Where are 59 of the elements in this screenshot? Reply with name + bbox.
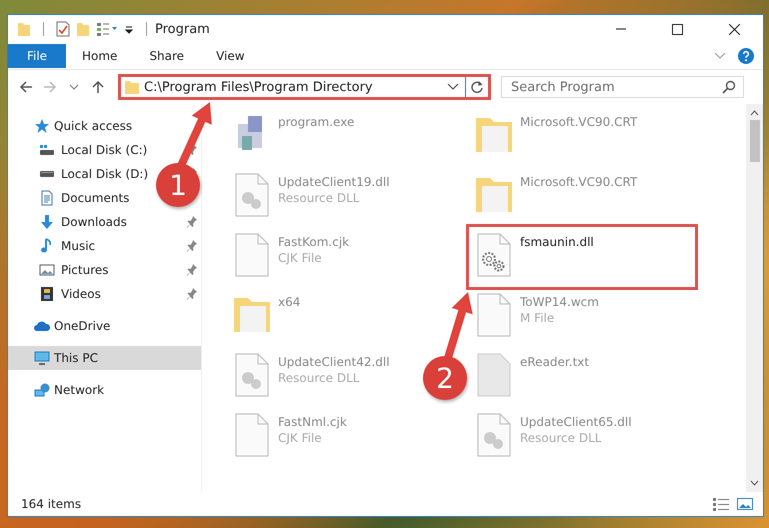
properties-icon[interactable] bbox=[56, 21, 70, 37]
folder-icon bbox=[124, 79, 140, 95]
scrollbar-thumb[interactable] bbox=[750, 120, 760, 162]
search-icon bbox=[722, 80, 736, 94]
expand-ribbon-icon[interactable] bbox=[714, 52, 726, 60]
close-icon bbox=[729, 24, 740, 34]
maximize-icon bbox=[672, 24, 683, 34]
file-item[interactable]: UpdateClient65.dll Resource DLL bbox=[470, 410, 636, 470]
nav-item[interactable]: Music bbox=[39, 234, 102, 258]
file-item[interactable]: x64 bbox=[228, 290, 304, 350]
up-icon[interactable] bbox=[91, 80, 105, 94]
details-view-icon[interactable] bbox=[713, 497, 729, 511]
nav-item[interactable]: Quick access bbox=[34, 114, 138, 138]
nav-item[interactable]: Videos bbox=[39, 282, 107, 306]
nav-item[interactable]: This PC bbox=[8, 346, 201, 370]
refresh-icon[interactable] bbox=[470, 80, 484, 94]
picture-icon bbox=[39, 262, 55, 278]
help-icon[interactable] bbox=[738, 48, 754, 64]
document-icon bbox=[39, 190, 55, 206]
file-item[interactable]: fsmaunin.dll bbox=[466, 224, 698, 290]
item-count: 164 items bbox=[21, 497, 82, 511]
file-item[interactable]: Microsoft.VC90.CRT bbox=[470, 110, 642, 170]
file-item[interactable]: UpdateClient19.dll Resource DLL bbox=[228, 170, 394, 230]
file-item[interactable]: eReader.txt bbox=[470, 350, 594, 410]
down-arrow-icon bbox=[39, 214, 55, 230]
large-icons-view-icon[interactable] bbox=[737, 497, 753, 511]
film-icon bbox=[39, 286, 55, 302]
nav-item[interactable]: OneDrive bbox=[34, 314, 116, 338]
dropdown-caret-icon[interactable] bbox=[447, 83, 459, 91]
ribbon-tab[interactable]: View bbox=[200, 44, 261, 68]
nav-item[interactable]: Local Disk (C:) bbox=[39, 138, 154, 162]
monitor-icon bbox=[34, 350, 50, 366]
view-options-icon[interactable] bbox=[96, 21, 118, 37]
file-item[interactable]: program.exe bbox=[228, 110, 358, 170]
search-field[interactable]: Search Program bbox=[501, 76, 744, 98]
nav-item[interactable]: Network bbox=[34, 378, 110, 402]
file-item[interactable]: FastKom.cjk CJK File bbox=[228, 230, 354, 290]
file-item[interactable]: ToWP14.wcm M File bbox=[470, 290, 603, 350]
scrollbar[interactable] bbox=[746, 104, 763, 492]
scroll-down-icon bbox=[750, 480, 759, 486]
drive-icon bbox=[39, 170, 55, 178]
file-menu-button[interactable]: File bbox=[8, 44, 66, 68]
scroll-up-icon bbox=[750, 110, 759, 116]
file-item[interactable]: UpdateClient42.dll Resource DLL bbox=[228, 350, 394, 410]
back-icon[interactable] bbox=[19, 80, 33, 94]
nav-item[interactable]: Local Disk (D:) bbox=[39, 162, 154, 186]
nav-item[interactable]: Documents bbox=[39, 186, 136, 210]
arrow bbox=[444, 292, 473, 360]
drive-icon bbox=[39, 144, 55, 156]
star-icon bbox=[34, 118, 50, 134]
ribbon-tab[interactable]: Share bbox=[133, 44, 200, 68]
file-item[interactable]: FastNml.cjk CJK File bbox=[228, 410, 351, 470]
ribbon-tab[interactable]: Home bbox=[66, 44, 134, 68]
folder-icon bbox=[17, 21, 31, 37]
address-bar[interactable]: C:\Program Files\Program Directory bbox=[118, 74, 491, 100]
network-icon bbox=[34, 382, 50, 398]
window-title: Program bbox=[155, 22, 210, 36]
nav-item[interactable]: Downloads bbox=[39, 210, 133, 234]
nav-item[interactable]: Pictures bbox=[39, 258, 115, 282]
